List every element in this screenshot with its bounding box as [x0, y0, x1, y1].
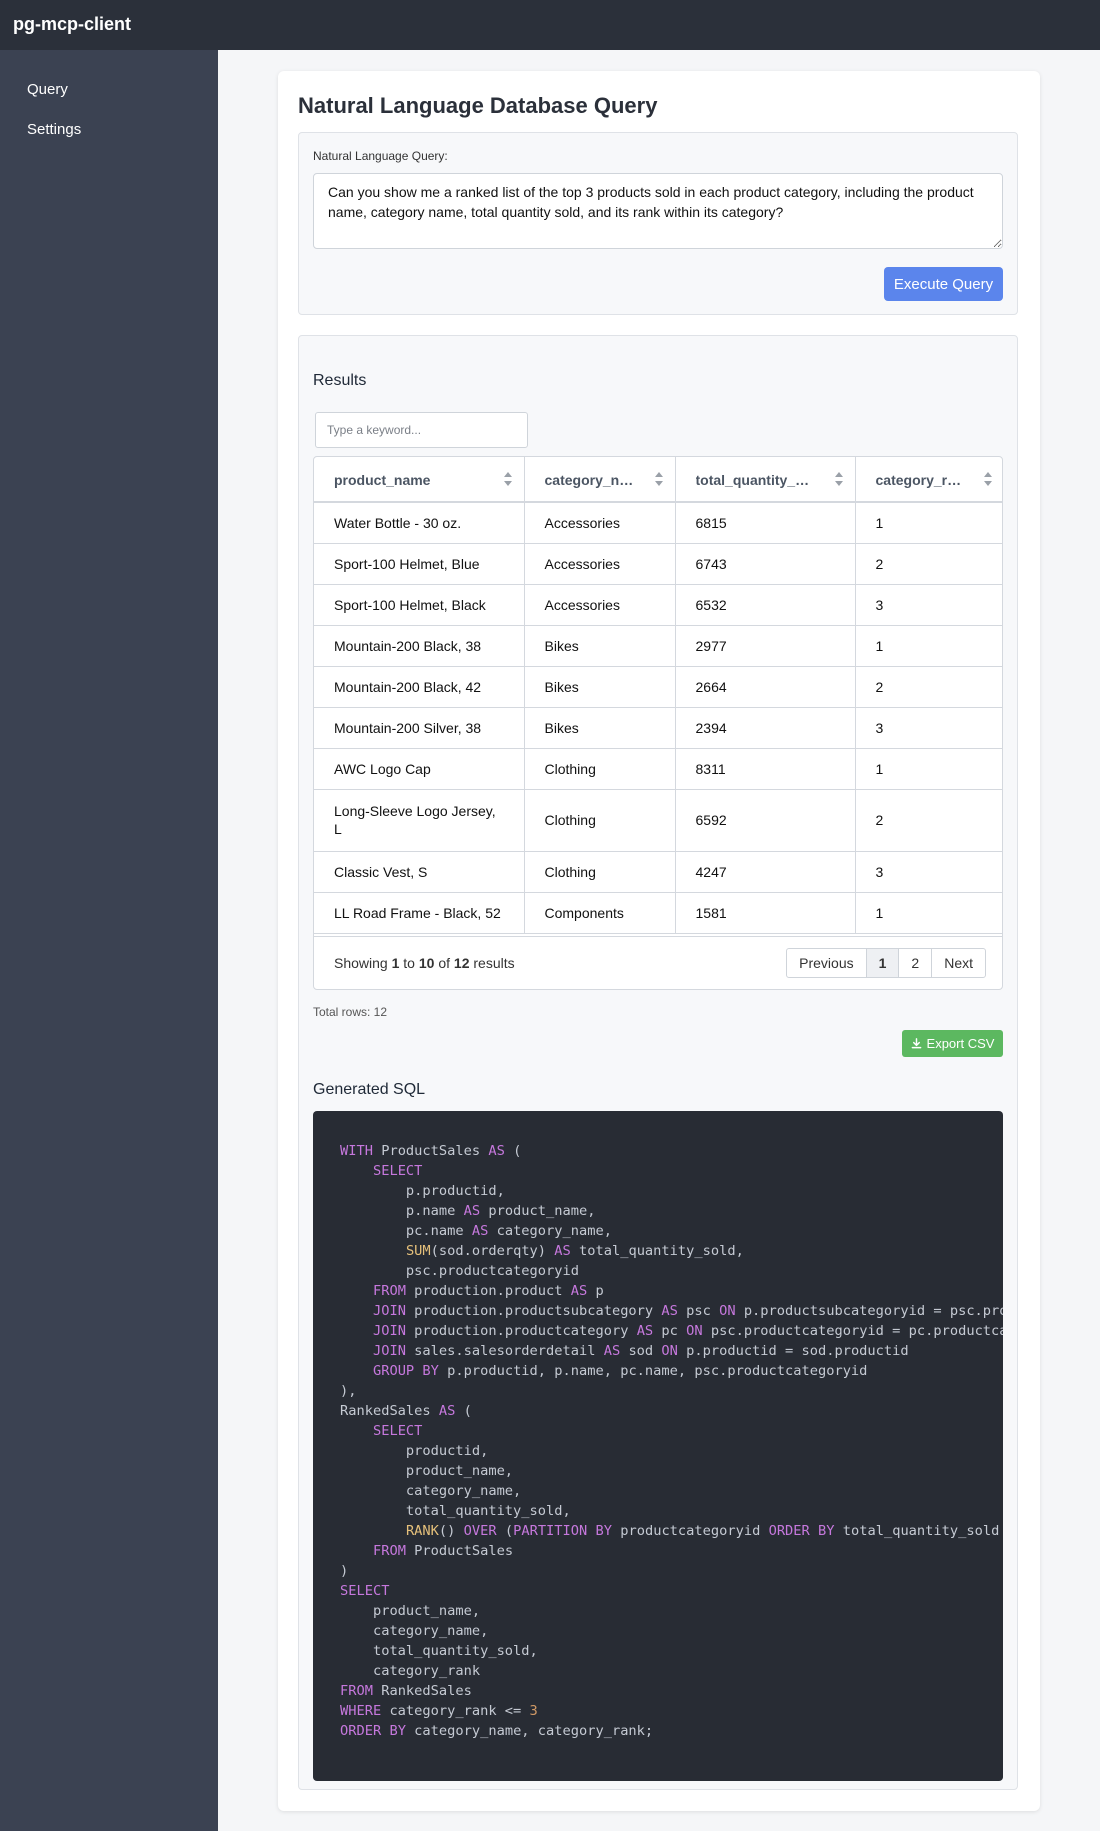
cell-category-rank: 3 [855, 584, 1002, 626]
cell-category-name: Clothing [524, 789, 676, 852]
cell-total-quantity-sold: 6743 [675, 543, 856, 585]
cell-total-quantity-sold: 8311 [675, 748, 856, 790]
column-header-product-name[interactable]: product_name [314, 457, 525, 503]
pagination-results-label: results [473, 955, 515, 971]
sort-icon[interactable] [984, 472, 992, 486]
table-row: Mountain-200 Silver, 38 Bikes 2394 3 [314, 707, 1002, 749]
cell-total-quantity-sold: 2664 [675, 666, 856, 708]
cell-total-quantity-sold: 6815 [675, 502, 856, 544]
cell-category-rank: 1 [855, 625, 1002, 667]
main-card: Natural Language Database Query Natural … [278, 71, 1040, 1811]
cell-category-rank: 2 [855, 543, 1002, 585]
cell-category-rank: 2 [855, 789, 1002, 852]
sidebar-item-query[interactable]: Query [27, 81, 68, 98]
query-panel: Natural Language Query: Execute Query [298, 132, 1018, 315]
table-row: Mountain-200 Black, 38 Bikes 2977 1 [314, 625, 1002, 667]
app-title[interactable]: pg-mcp-client [13, 14, 131, 35]
cell-category-name: Accessories [524, 543, 676, 585]
total-rows-text: Total rows: 12 [313, 1005, 388, 1019]
previous-page-button[interactable]: Previous [786, 948, 867, 978]
cell-category-name: Bikes [524, 666, 676, 708]
pagination-of-label: of [438, 955, 451, 971]
cell-product-name: LL Road Frame - Black, 52 [314, 892, 525, 934]
table-row: Long-Sleeve Logo Jersey, L Clothing 6592… [314, 789, 1002, 852]
cell-product-name: Sport-100 Helmet, Black [314, 584, 525, 626]
column-header-label: total_quantity_sold [695, 471, 817, 488]
pagination-bar: Showing 1 to 10 of 12 results Previous 1… [314, 936, 1002, 989]
export-csv-label: Export CSV [926, 1036, 995, 1051]
cell-category-name: Clothing [524, 851, 676, 893]
cell-category-name: Components [524, 892, 676, 934]
cell-product-name: Long-Sleeve Logo Jersey, L [314, 789, 525, 852]
cell-product-name: Sport-100 Helmet, Blue [314, 543, 525, 585]
next-page-button[interactable]: Next [931, 948, 986, 978]
cell-product-name: Mountain-200 Black, 42 [314, 666, 525, 708]
column-header-label: category_name [544, 471, 637, 488]
cell-product-name: AWC Logo Cap [314, 748, 525, 790]
pagination-from: 1 [391, 955, 400, 971]
cell-category-name: Clothing [524, 748, 676, 790]
sidebar: Query Settings [0, 50, 218, 1831]
cell-category-rank: 1 [855, 892, 1002, 934]
cell-product-name: Water Bottle - 30 oz. [314, 502, 525, 544]
sidebar-item-settings[interactable]: Settings [27, 121, 81, 138]
column-header-total-quantity-sold[interactable]: total_quantity_sold [675, 457, 856, 503]
export-csv-button[interactable]: Export CSV [902, 1030, 1003, 1057]
cell-total-quantity-sold: 2394 [675, 707, 856, 749]
cell-category-rank: 3 [855, 707, 1002, 749]
page-title: Natural Language Database Query [298, 93, 658, 118]
cell-total-quantity-sold: 1581 [675, 892, 856, 934]
results-table: product_name category_name total_quantit… [313, 456, 1003, 990]
cell-category-name: Accessories [524, 502, 676, 544]
cell-category-name: Bikes [524, 625, 676, 667]
results-panel: Results product_name category_name total… [298, 335, 1018, 1790]
cell-product-name: Mountain-200 Black, 38 [314, 625, 525, 667]
pagination-info: Showing 1 to 10 of 12 results [334, 955, 515, 971]
cell-total-quantity-sold: 4247 [675, 851, 856, 893]
column-header-label: category_rank [875, 471, 967, 488]
results-title: Results [313, 372, 367, 389]
sort-icon[interactable] [834, 472, 843, 486]
sql-code-block[interactable]: WITH ProductSales AS ( SELECT p.producti… [313, 1111, 1003, 1781]
column-header-category-rank[interactable]: category_rank [855, 457, 1002, 503]
keyword-search-input[interactable] [315, 412, 528, 448]
cell-category-name: Bikes [524, 707, 676, 749]
sql-code: WITH ProductSales AS ( SELECT p.producti… [340, 1143, 1003, 1739]
table-row: Mountain-200 Black, 42 Bikes 2664 2 [314, 666, 1002, 708]
cell-total-quantity-sold: 6592 [675, 789, 856, 852]
cell-category-rank: 3 [855, 851, 1002, 893]
cell-category-rank: 1 [855, 748, 1002, 790]
cell-category-rank: 1 [855, 502, 1002, 544]
query-label: Natural Language Query: [313, 149, 448, 163]
top-bar: pg-mcp-client [0, 0, 1100, 50]
column-header-category-name[interactable]: category_name [524, 457, 676, 503]
pagination-controls: Previous 1 2 Next [786, 948, 986, 978]
cell-product-name: Mountain-200 Silver, 38 [314, 707, 525, 749]
page-2-button[interactable]: 2 [898, 948, 933, 978]
sort-icon[interactable] [654, 472, 663, 486]
generated-sql-title: Generated SQL [313, 1081, 426, 1098]
table-row: LL Road Frame - Black, 52 Components 158… [314, 892, 1002, 934]
page-1-button[interactable]: 1 [865, 948, 900, 978]
table-header-row: product_name category_name total_quantit… [314, 457, 1002, 503]
execute-query-button[interactable]: Execute Query [884, 267, 1003, 301]
pagination-to: 10 [418, 955, 435, 971]
download-icon [911, 1038, 921, 1049]
pagination-to-label: to [403, 955, 415, 971]
cell-category-rank: 2 [855, 666, 1002, 708]
pagination-showing-label: Showing [334, 955, 388, 971]
pagination-total: 12 [453, 955, 470, 971]
cell-total-quantity-sold: 2977 [675, 625, 856, 667]
cell-product-name: Classic Vest, S [314, 851, 525, 893]
table-row: Classic Vest, S Clothing 4247 3 [314, 851, 1002, 893]
column-header-label: product_name [334, 471, 431, 488]
query-input[interactable] [313, 173, 1003, 249]
table-row: Water Bottle - 30 oz. Accessories 6815 1 [314, 502, 1002, 544]
table-row: AWC Logo Cap Clothing 8311 1 [314, 748, 1002, 790]
sort-icon[interactable] [503, 472, 512, 486]
cell-category-name: Accessories [524, 584, 676, 626]
table-row: Sport-100 Helmet, Blue Accessories 6743 … [314, 543, 1002, 585]
cell-total-quantity-sold: 6532 [675, 584, 856, 626]
table-row: Sport-100 Helmet, Black Accessories 6532… [314, 584, 1002, 626]
